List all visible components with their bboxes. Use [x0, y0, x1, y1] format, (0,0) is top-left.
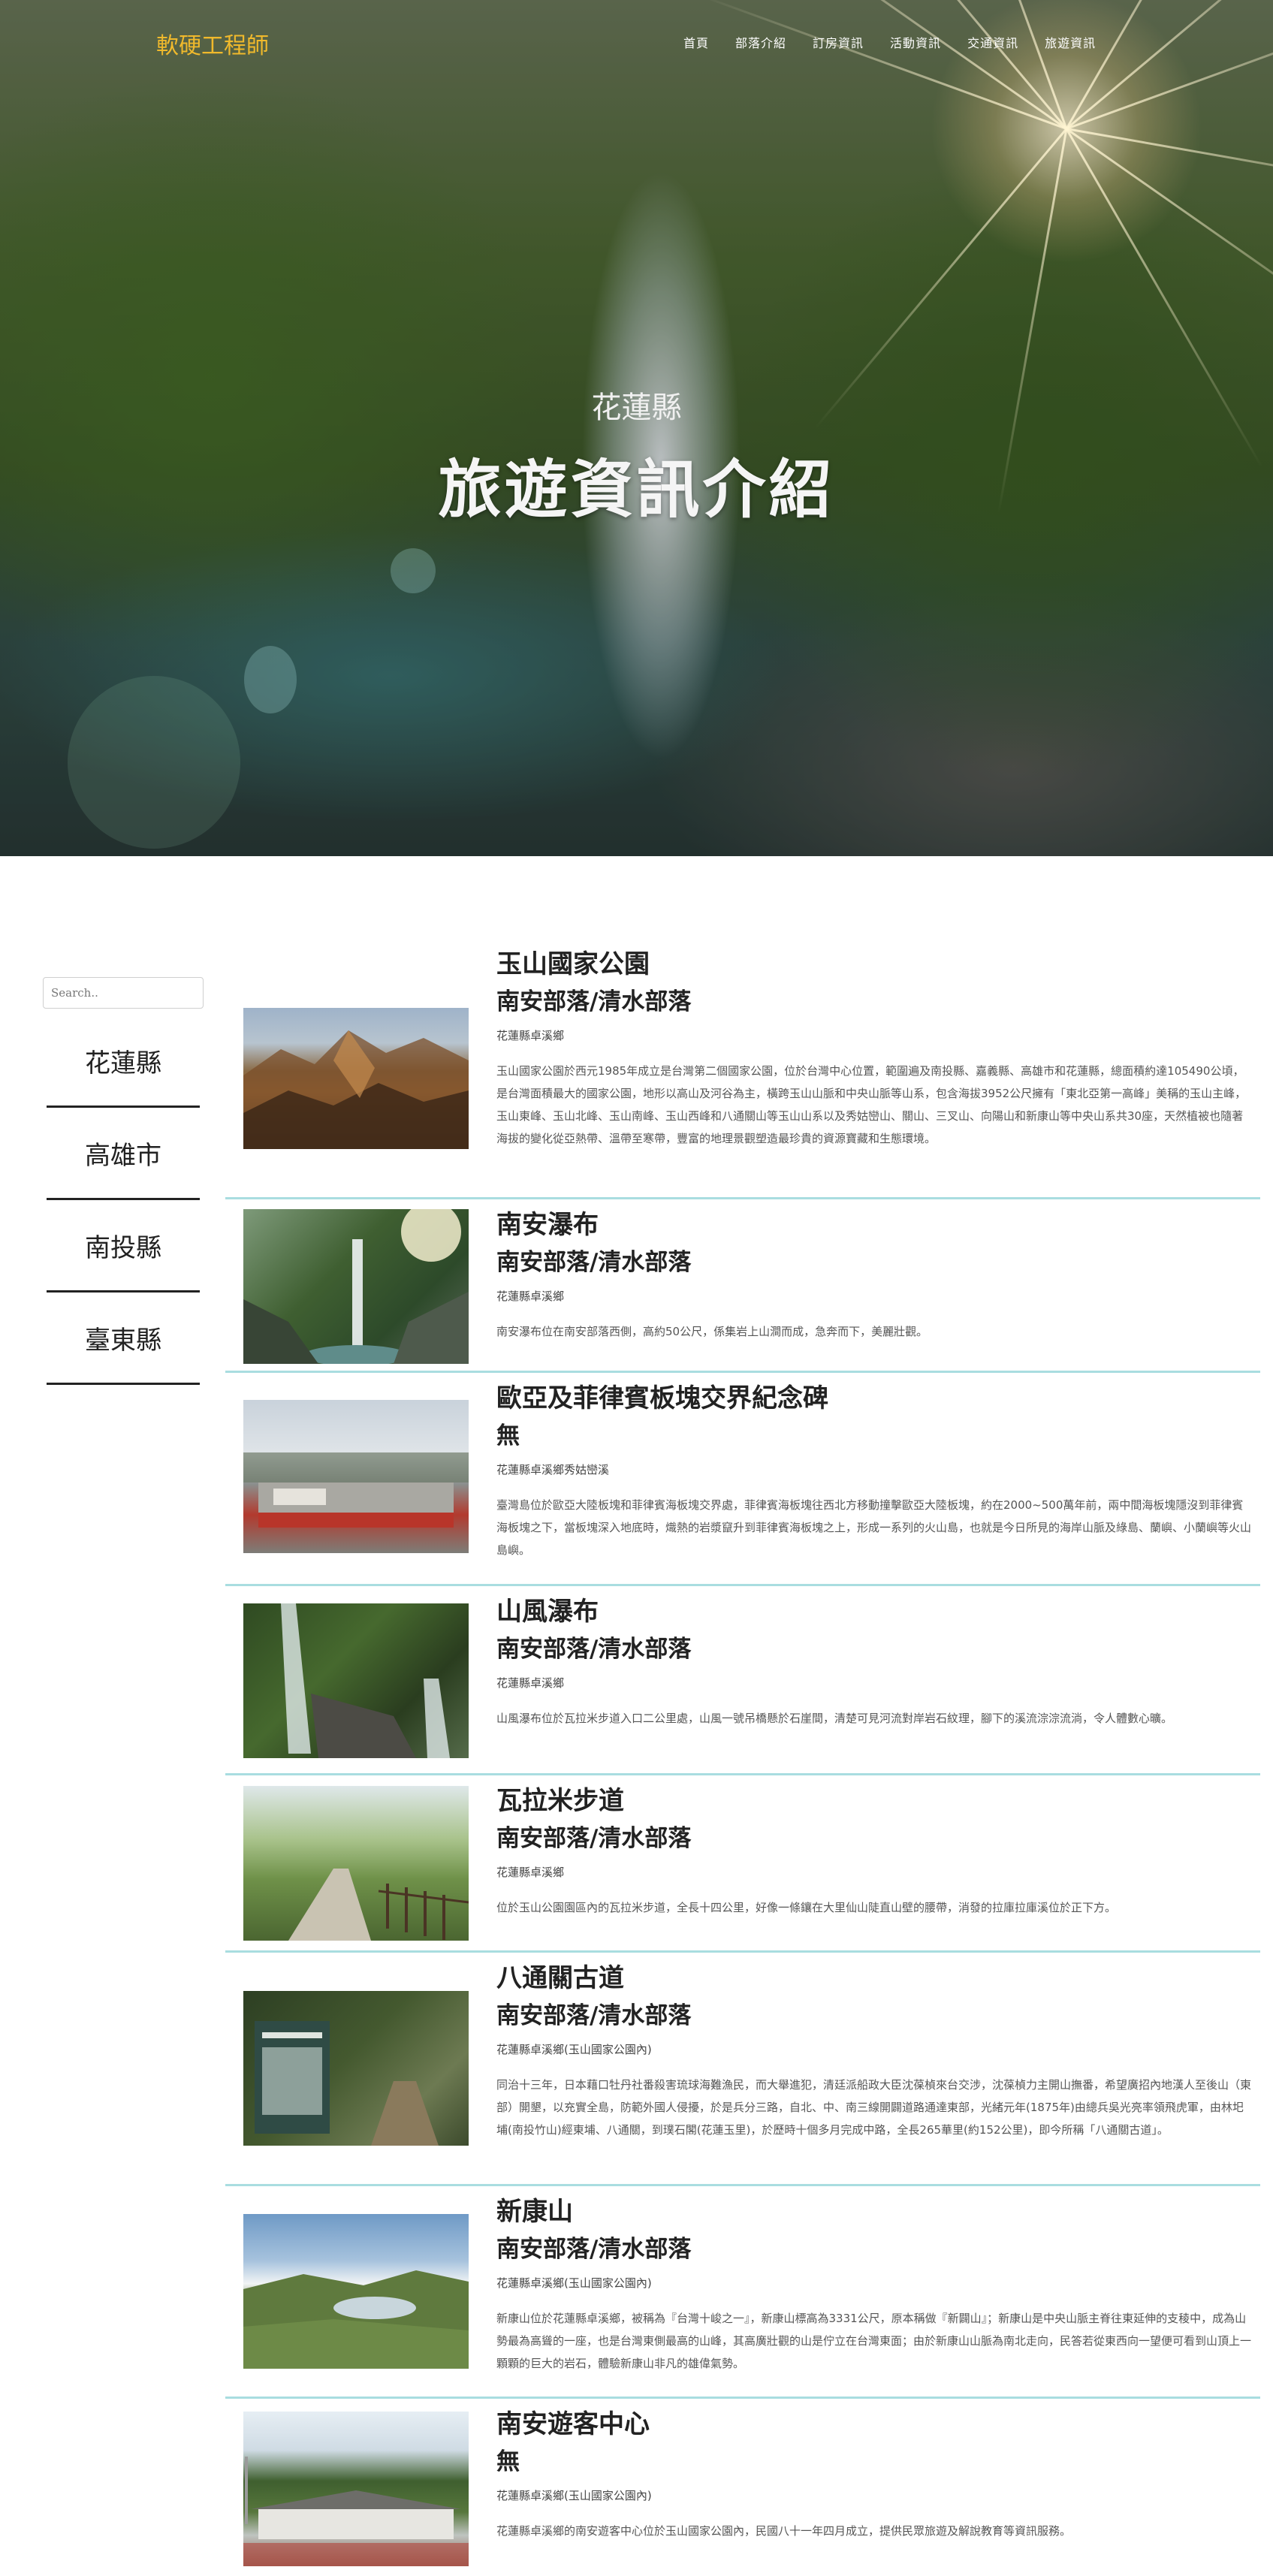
- attraction-text: 玉山國家公園 南安部落/清水部落 花蓮縣卓溪鄉 玉山國家公園於西元1985年成立…: [496, 949, 1253, 1150]
- nav-home[interactable]: 首頁: [683, 33, 709, 51]
- nav-menu: 首頁 部落介紹 訂房資訊 活動資訊 交通資訊 旅遊資訊: [683, 33, 1122, 51]
- attraction-tribe: 南安部落/清水部落: [496, 988, 692, 1015]
- attraction-tribe: 南安部落/清水部落: [496, 1635, 692, 1663]
- attraction-photo[interactable]: [243, 1991, 469, 2146]
- attraction-location: 花蓮縣卓溪鄉秀姑巒溪: [496, 1462, 610, 1477]
- lens-flare: [391, 548, 436, 593]
- forest-falls-image: [281, 1603, 450, 1758]
- old-trail-image: [255, 2021, 439, 2146]
- attraction-description: 新康山位於花蓮縣卓溪鄉，被稱為『台灣十峻之一』，新康山標高為3331公尺，原本稱…: [496, 2311, 1252, 2370]
- attraction-text: 南安遊客中心 無 花蓮縣卓溪鄉(玉山國家公園內) 花蓮縣卓溪鄉的南安遊客中心位於…: [496, 2409, 1253, 2542]
- attraction-description: 南安瀑布位在南安部落西側，高約50公尺，係集岩上山澗而成，急奔而下，美麗壯觀。: [496, 1324, 928, 1338]
- county-item-hualien[interactable]: 花蓮縣: [47, 1015, 200, 1108]
- attraction-description: 花蓮縣卓溪鄉的南安遊客中心位於玉山國家公園內，民國八十一年四月成立，提供民眾旅遊…: [496, 2523, 1072, 2538]
- attraction-text: 南安瀑布 南安部落/清水部落 花蓮縣卓溪鄉 南安瀑布位在南安部落西側，高約50公…: [496, 1210, 1253, 1343]
- nav-transport[interactable]: 交通資訊: [967, 33, 1018, 51]
- attraction-photo[interactable]: [243, 1603, 469, 1758]
- site-logo[interactable]: 軟硬工程師: [156, 27, 269, 60]
- hero-banner: 軟硬工程師 首頁 部落介紹 訂房資訊 活動資訊 交通資訊 旅遊資訊 花蓮縣 旅遊…: [0, 0, 1273, 856]
- attraction-description: 臺灣島位於歐亞大陸板塊和菲律賓海板塊交界處，菲律賓海板塊往西北方移動撞擊歐亞大陸…: [496, 1498, 1252, 1557]
- attraction-title[interactable]: 八通關古道: [496, 1963, 1253, 1994]
- attraction-text: 八通關古道 南安部落/清水部落 花蓮縣卓溪鄉(玉山國家公園內) 同治十三年，日本…: [496, 1963, 1253, 2141]
- attraction-text: 山風瀑布 南安部落/清水部落 花蓮縣卓溪鄉 山風瀑布位於瓦拉米步道入口二公里處，…: [496, 1597, 1253, 1730]
- attraction-location: 花蓮縣卓溪鄉: [496, 1289, 565, 1303]
- attraction-text: 新康山 南安部落/清水部落 花蓮縣卓溪鄉(玉山國家公園內) 新康山位於花蓮縣卓溪…: [496, 2197, 1253, 2375]
- attraction-list: 玉山國家公園 南安部落/清水部落 花蓮縣卓溪鄉 玉山國家公園於西元1985年成立…: [225, 939, 1260, 2574]
- attraction-photo[interactable]: [243, 1786, 469, 1941]
- top-nav: 軟硬工程師 首頁 部落介紹 訂房資訊 活動資訊 交通資訊 旅遊資訊: [0, 0, 1273, 87]
- attraction-photo[interactable]: [243, 2412, 469, 2566]
- attraction-photo[interactable]: [243, 1209, 469, 1364]
- county-list: 花蓮縣 高雄市 南投縣 臺東縣: [47, 1015, 200, 1385]
- sun-ray: [1066, 128, 1273, 354]
- attraction-title[interactable]: 新康山: [496, 2197, 1253, 2228]
- attraction-item: 南安瀑布 南安部落/清水部落 花蓮縣卓溪鄉 南安瀑布位在南安部落西側，高約50公…: [225, 1199, 1260, 1373]
- attraction-title[interactable]: 山風瀑布: [496, 1597, 1253, 1627]
- trail-image: [288, 1869, 469, 1941]
- attraction-tribe: 無: [496, 1422, 520, 1449]
- attraction-item: 山風瀑布 南安部落/清水部落 花蓮縣卓溪鄉 山風瀑布位於瓦拉米步道入口二公里處，…: [225, 1586, 1260, 1775]
- county-item-nantou[interactable]: 南投縣: [47, 1200, 200, 1293]
- attraction-tribe: 無: [496, 2448, 520, 2475]
- lens-flare: [244, 646, 297, 713]
- attraction-item: 瓦拉米步道 南安部落/清水部落 花蓮縣卓溪鄉 位於玉山公園園區內的瓦拉米步道，全…: [225, 1775, 1260, 1953]
- attraction-tribe: 南安部落/清水部落: [496, 2001, 692, 2029]
- sun-ray: [1066, 128, 1273, 198]
- nav-tribe-intro[interactable]: 部落介紹: [735, 33, 786, 51]
- attraction-location: 花蓮縣卓溪鄉: [496, 1865, 565, 1879]
- attraction-photo[interactable]: [243, 2214, 469, 2369]
- attraction-description: 山風瀑布位於瓦拉米步道入口二公里處，山風一號吊橋懸於石崖間，清楚可見河流對岸岩石…: [496, 1711, 1173, 1725]
- monument-image: [243, 1452, 469, 1528]
- attraction-title[interactable]: 瓦拉米步道: [496, 1786, 1253, 1817]
- attraction-location: 花蓮縣卓溪鄉(玉山國家公園內): [496, 2042, 652, 2056]
- attraction-item: 玉山國家公園 南安部落/清水部落 花蓮縣卓溪鄉 玉山國家公園於西元1985年成立…: [225, 939, 1260, 1199]
- attraction-description: 位於玉山公園園區內的瓦拉米步道，全長十四公里，好像一條鑲在大里仙山陡直山壁的腰帶…: [496, 1900, 1117, 1914]
- attraction-location: 花蓮縣卓溪鄉(玉山國家公園內): [496, 2276, 652, 2290]
- county-item-taitung[interactable]: 臺東縣: [47, 1293, 200, 1385]
- visitor-center-image: [243, 2457, 469, 2566]
- attraction-tribe: 南安部落/清水部落: [496, 1824, 692, 1852]
- nav-booking[interactable]: 訂房資訊: [813, 33, 864, 51]
- attraction-item: 新康山 南安部落/清水部落 花蓮縣卓溪鄉(玉山國家公園內) 新康山位於花蓮縣卓溪…: [225, 2186, 1260, 2399]
- attraction-text: 瓦拉米步道 南安部落/清水部落 花蓮縣卓溪鄉 位於玉山公園園區內的瓦拉米步道，全…: [496, 1786, 1253, 1919]
- attraction-tribe: 南安部落/清水部落: [496, 1248, 692, 1276]
- attraction-item: 歐亞及菲律賓板塊交界紀念碑 無 花蓮縣卓溪鄉秀姑巒溪 臺灣島位於歐亞大陸板塊和菲…: [225, 1373, 1260, 1586]
- attraction-description: 玉山國家公園於西元1985年成立是台灣第二個國家公園，位於台灣中心位置，範圍遍及…: [496, 1063, 1247, 1145]
- attraction-item: 南安遊客中心 無 花蓮縣卓溪鄉(玉山國家公園內) 花蓮縣卓溪鄉的南安遊客中心位於…: [225, 2399, 1260, 2574]
- nav-travel[interactable]: 旅遊資訊: [1045, 33, 1096, 51]
- attraction-photo[interactable]: [243, 1008, 469, 1149]
- hero-title: 旅遊資訊介紹: [438, 453, 835, 526]
- alpine-lake-image: [243, 2270, 469, 2369]
- county-item-kaohsiung[interactable]: 高雄市: [47, 1108, 200, 1200]
- attraction-item: 八通關古道 南安部落/清水部落 花蓮縣卓溪鄉(玉山國家公園內) 同治十三年，日本…: [225, 1953, 1260, 2186]
- attraction-title[interactable]: 歐亞及菲律賓板塊交界紀念碑: [496, 1383, 1253, 1414]
- attraction-location: 花蓮縣卓溪鄉(玉山國家公園內): [496, 2488, 652, 2502]
- attraction-location: 花蓮縣卓溪鄉: [496, 1028, 565, 1042]
- attraction-title[interactable]: 南安瀑布: [496, 1210, 1253, 1241]
- attraction-title[interactable]: 南安遊客中心: [496, 2409, 1253, 2440]
- attraction-title[interactable]: 玉山國家公園: [496, 949, 1253, 980]
- attraction-description: 同治十三年，日本藉口牡丹社番殺害琉球海難漁民，而大舉進犯，清廷派船政大臣沈葆楨來…: [496, 2077, 1252, 2137]
- attraction-text: 歐亞及菲律賓板塊交界紀念碑 無 花蓮縣卓溪鄉秀姑巒溪 臺灣島位於歐亞大陸板塊和菲…: [496, 1383, 1253, 1561]
- search-input[interactable]: [43, 977, 204, 1009]
- lens-flare: [68, 676, 240, 849]
- hero-subtitle: 花蓮縣: [591, 391, 682, 425]
- waterfall-image: [243, 1209, 469, 1364]
- attraction-photo[interactable]: [243, 1400, 469, 1553]
- nav-events[interactable]: 活動資訊: [890, 33, 941, 51]
- attraction-location: 花蓮縣卓溪鄉: [496, 1676, 565, 1690]
- mountain-ridge-image: [243, 1030, 469, 1149]
- attraction-tribe: 南安部落/清水部落: [496, 2235, 692, 2263]
